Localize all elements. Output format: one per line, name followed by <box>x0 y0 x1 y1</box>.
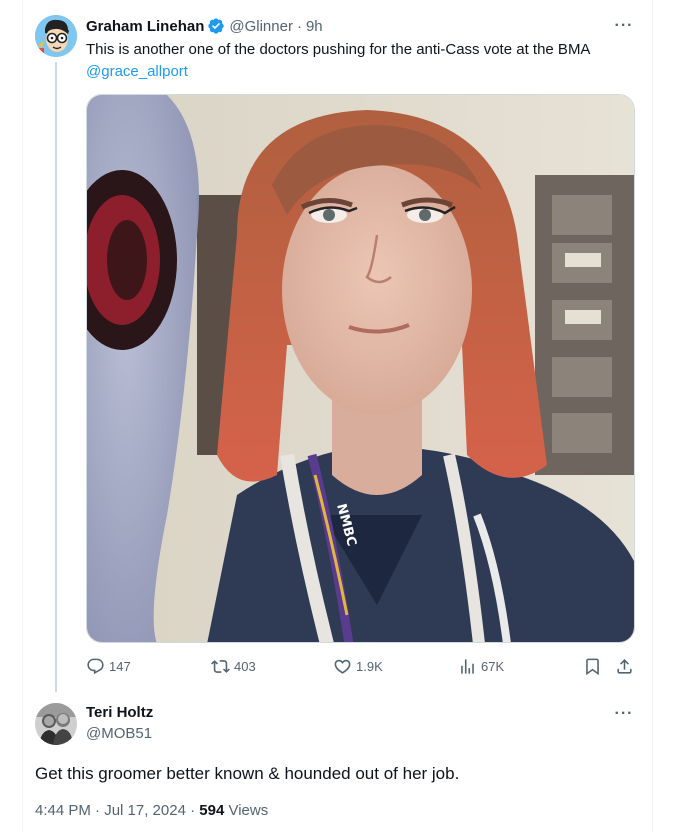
share-button[interactable] <box>615 654 638 678</box>
repost-icon <box>211 659 230 673</box>
column-border-left <box>22 0 23 832</box>
views-count: 67K <box>481 658 505 674</box>
tweet-action-bar: 147 403 1.9K 67K <box>86 654 636 678</box>
repost-button[interactable]: 403 <box>211 654 256 678</box>
reply-more-button[interactable]: ··· <box>612 704 636 724</box>
column-border-right <box>652 0 653 832</box>
tweet-text-body: This is another one of the doctors pushi… <box>86 41 590 58</box>
author-handle[interactable]: @Glinner <box>229 18 293 35</box>
thread-connector-line <box>55 62 57 692</box>
reply-author-display-name[interactable]: Teri Holtz <box>86 704 153 721</box>
reply-icon <box>87 658 104 674</box>
bookmark-button[interactable] <box>583 654 606 678</box>
reply-author-avatar[interactable] <box>35 703 77 745</box>
views-button[interactable]: 67K <box>458 654 504 678</box>
verified-badge-icon[interactable] <box>207 17 225 35</box>
bar-chart-icon <box>461 658 474 674</box>
like-count: 1.9K <box>356 658 383 674</box>
share-icon <box>617 658 632 674</box>
reply-views-label: Views <box>224 802 269 819</box>
photo-image: NMBC <box>87 95 634 642</box>
author-display-name[interactable]: Graham Linehan <box>86 18 204 35</box>
reply-metadata: 4:44 PM · Jul 17, 2024 · 594 Views <box>35 802 268 819</box>
mention-link[interactable]: @grace_allport <box>86 63 188 80</box>
reply-timestamp[interactable]: 4:44 PM · Jul 17, 2024 · <box>35 802 199 819</box>
tweet-more-button[interactable]: ··· <box>612 16 636 36</box>
author-avatar[interactable] <box>35 15 77 57</box>
tweet-header: Graham Linehan @Glinner · 9h <box>86 16 323 36</box>
reply-button[interactable]: 147 <box>86 654 131 678</box>
tweet-text: This is another one of the doctors pushi… <box>86 39 636 83</box>
reply-count: 147 <box>109 658 131 674</box>
bookmark-icon <box>586 658 599 675</box>
reply-view-count: 594 <box>199 802 225 819</box>
cartoon-avatar-icon <box>35 15 77 57</box>
like-button[interactable]: 1.9K <box>333 654 383 678</box>
separator-dot: · <box>296 17 302 35</box>
reply-author-handle[interactable]: @MOB51 <box>86 725 152 742</box>
tweet-photo[interactable]: NMBC <box>86 94 635 643</box>
heart-icon <box>334 659 351 674</box>
repost-count: 403 <box>234 658 256 674</box>
tweet-time[interactable]: 9h <box>306 18 323 35</box>
photo-avatar-icon <box>35 703 77 745</box>
reply-text: Get this groomer better known & hounded … <box>35 764 460 783</box>
